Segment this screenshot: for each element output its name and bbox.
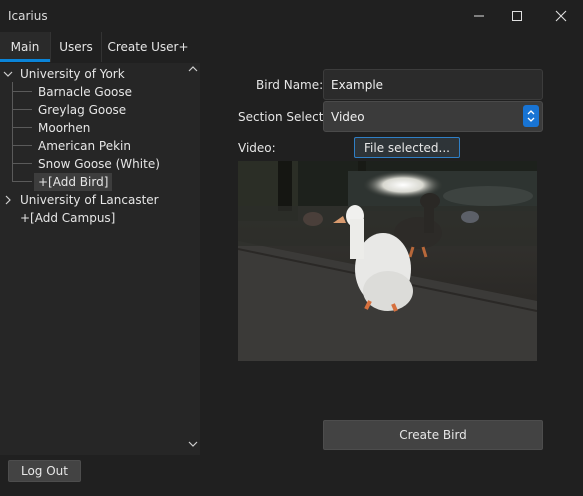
tree-item-label: Snow Goose (White) [38, 157, 160, 171]
tree-item-label: +[Add Bird] [38, 175, 109, 189]
tree-item-add-campus[interactable]: +[Add Campus] [20, 209, 115, 227]
tree-item-label: Greylag Goose [38, 103, 127, 117]
close-button[interactable] [542, 0, 580, 32]
tree-guide-line [12, 145, 32, 146]
maximize-button[interactable] [498, 0, 536, 32]
file-select-button[interactable]: File selected... [354, 137, 460, 158]
tree-item-campus-york[interactable]: University of York [3, 65, 125, 83]
create-bird-button[interactable]: Create Bird [323, 420, 543, 450]
tree-item-label: +[Add Campus] [20, 211, 116, 225]
tab-users-label: Users [59, 40, 93, 54]
bird-name-label: Bird Name: [256, 78, 324, 92]
section-select-value: Video [331, 109, 365, 124]
window-title: Icarius [8, 9, 48, 23]
chevron-down-icon[interactable] [3, 69, 13, 79]
close-icon [555, 10, 567, 22]
tree-item-bird[interactable]: Moorhen [38, 119, 90, 137]
video-preview [238, 161, 537, 361]
minimize-icon [474, 15, 484, 17]
tree-item-bird[interactable]: Greylag Goose [38, 101, 126, 119]
tree-item-bird[interactable]: Snow Goose (White) [38, 155, 160, 173]
tree-item-label: University of York [20, 67, 125, 81]
bird-name-field[interactable]: Example [323, 69, 543, 100]
tab-main[interactable]: Main [0, 32, 50, 62]
tab-create-user-label: Create User+ [107, 40, 189, 54]
tree-item-bird[interactable]: American Pekin [38, 137, 131, 155]
maximize-icon [512, 11, 522, 21]
create-bird-button-label: Create Bird [399, 428, 467, 442]
tab-users[interactable]: Users [51, 32, 101, 62]
tree-item-label: Moorhen [38, 121, 91, 135]
tree-guide-line [12, 109, 32, 110]
tree-guide-line [12, 127, 32, 128]
campus-tree [0, 63, 200, 455]
active-tab-indicator [0, 59, 50, 62]
scroll-up-icon[interactable] [188, 65, 198, 73]
tab-create-user[interactable]: Create User+ [102, 32, 194, 62]
chevron-updown-icon[interactable] [523, 105, 539, 127]
tree-item-campus-lancaster[interactable]: University of Lancaster [3, 191, 159, 209]
tree-guide-line [12, 181, 32, 182]
scroll-down-icon[interactable] [188, 440, 198, 448]
log-out-button[interactable]: Log Out [8, 460, 81, 482]
tree-item-label: Barnacle Goose [38, 85, 133, 99]
tree-item-label: University of Lancaster [20, 193, 159, 207]
tree-guide-line [12, 163, 32, 164]
bird-name-value: Example [331, 77, 384, 92]
section-select[interactable]: Video [323, 101, 543, 132]
section-select-label: Section Select: [238, 110, 328, 124]
tab-main-label: Main [10, 40, 40, 54]
tree-item-add-bird[interactable]: +[Add Bird] [34, 173, 113, 191]
tree-item-label: American Pekin [38, 139, 131, 153]
log-out-button-label: Log Out [20, 464, 68, 478]
video-label: Video: [238, 141, 276, 155]
tree-guide-line [12, 91, 32, 92]
tree-scrollbar[interactable] [186, 63, 200, 455]
tree-item-bird[interactable]: Barnacle Goose [38, 83, 132, 101]
minimize-button[interactable] [460, 0, 498, 32]
chevron-right-icon[interactable] [3, 195, 13, 205]
tree-guide-line [12, 82, 13, 181]
file-select-button-label: File selected... [364, 140, 450, 155]
